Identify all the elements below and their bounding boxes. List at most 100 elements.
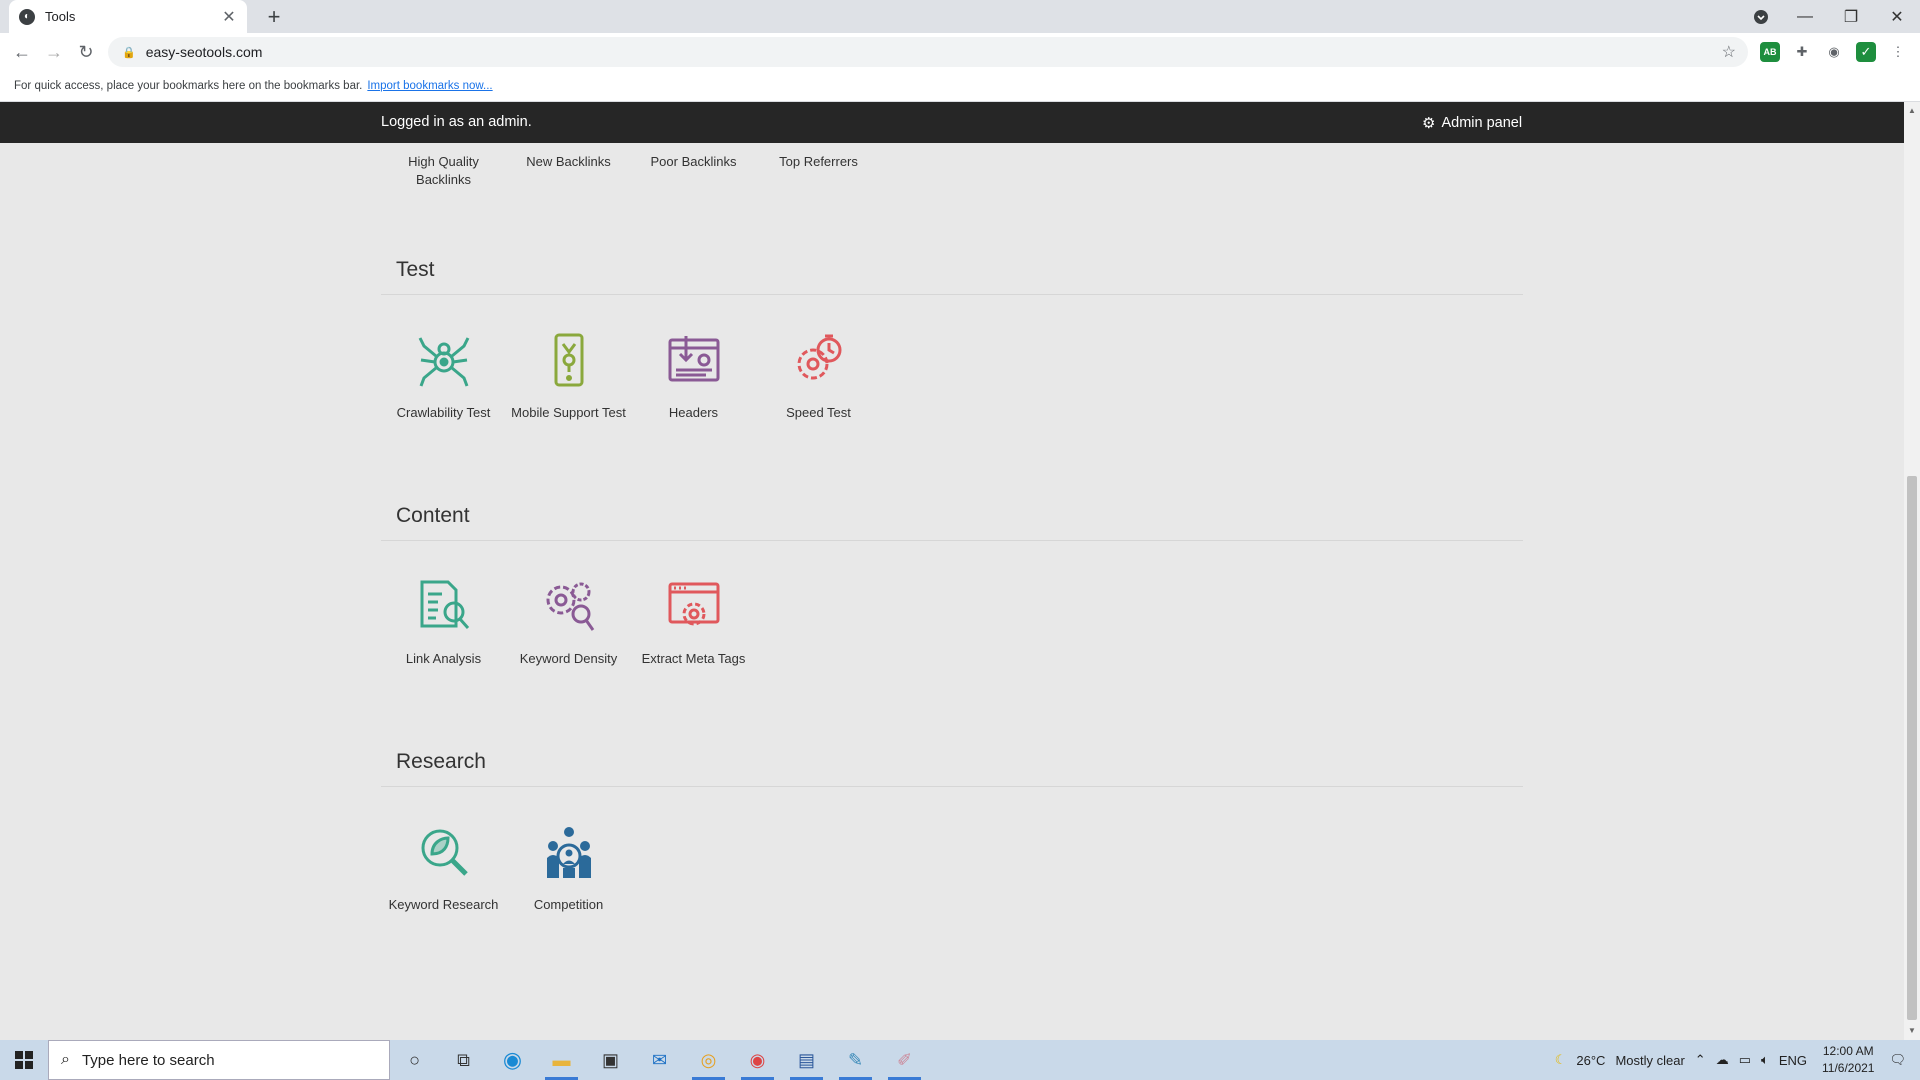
browser-toolbar: ← → ↻ 🔒 easy-seotools.com ☆ AB ✚ ◉ ✓ ⋮ — [0, 33, 1920, 71]
speed-gear-icon — [789, 330, 849, 390]
page-viewport: Logged in as an admin. ⚙ Admin panel Hig… — [0, 102, 1904, 1040]
tool-link-analysis[interactable]: Link Analysis — [381, 576, 506, 668]
shield-extension-icon[interactable]: ✓ — [1856, 42, 1876, 62]
tool-label: Poor Backlinks — [650, 154, 737, 169]
tool-high-quality-backlinks[interactable]: High Quality Backlinks — [381, 153, 506, 189]
system-tray: ☾ 26°C Mostly clear ⌃ ☁ ▭ 🔈︎ ENG 12:00 A… — [1550, 1040, 1920, 1080]
tool-label: New Backlinks — [526, 154, 611, 169]
research-tools-row: Keyword Research Competition — [381, 822, 631, 914]
headers-icon — [664, 330, 724, 390]
competition-icon — [539, 822, 599, 882]
tool-keyword-density[interactable]: Keyword Density — [506, 576, 631, 668]
section-divider — [381, 786, 1523, 787]
app-circle-icon[interactable]: ◎ — [684, 1040, 733, 1080]
scroll-up-icon[interactable]: ▲ — [1908, 106, 1916, 115]
admin-panel-label: Admin panel — [1441, 115, 1523, 131]
clock-date: 11/6/2021 — [1821, 1061, 1875, 1075]
browser-tab-strip: ◐ Tools ✕ + — ❐ ✕ — [0, 0, 1920, 33]
clock-time: 12:00 AM — [1822, 1044, 1874, 1058]
scroll-down-icon[interactable]: ▼ — [1908, 1026, 1916, 1035]
tab-search-icon[interactable] — [1738, 0, 1784, 33]
tab-title: Tools — [45, 9, 76, 24]
tool-mobile-support-test[interactable]: Mobile Support Test — [506, 330, 631, 422]
import-bookmarks-link[interactable]: Import bookmarks now... — [367, 80, 492, 92]
tool-label: Speed Test — [786, 405, 851, 420]
reload-icon[interactable]: ↻ — [70, 42, 102, 63]
tool-label: Headers — [668, 405, 719, 420]
windows-start-icon[interactable] — [0, 1040, 48, 1080]
tool-extract-meta-tags[interactable]: Extract Meta Tags — [631, 576, 756, 668]
mail-icon[interactable]: ✉ — [635, 1040, 684, 1080]
tray-chevron-icon[interactable]: ⌃ — [1695, 1052, 1706, 1068]
scrollbar-thumb[interactable] — [1907, 476, 1917, 1020]
search-placeholder: Type here to search — [81, 1051, 215, 1069]
tool-keyword-research[interactable]: Keyword Research — [381, 822, 506, 914]
edge-browser-icon[interactable]: ◉ — [488, 1040, 537, 1080]
address-bar[interactable]: 🔒 easy-seotools.com ☆ — [108, 37, 1748, 67]
restore-icon[interactable]: ❐ — [1828, 0, 1874, 33]
tool-competition[interactable]: Competition — [506, 822, 631, 914]
store-icon[interactable]: ▣ — [586, 1040, 635, 1080]
weather-moon-icon[interactable]: ☾ — [1555, 1052, 1567, 1068]
minimize-icon[interactable]: — — [1782, 0, 1828, 33]
window-close-icon[interactable]: ✕ — [1874, 0, 1920, 33]
gear-icon: ⚙ — [1422, 115, 1436, 132]
cortana-icon[interactable]: ○ — [390, 1040, 439, 1080]
taskbar-clock[interactable]: 12:00 AM 11/6/2021 — [1822, 1043, 1875, 1077]
tool-speed-test[interactable]: Speed Test — [756, 330, 881, 422]
section-title: Content — [396, 504, 470, 527]
notepad-icon[interactable]: ✎ — [831, 1040, 880, 1080]
chrome-menu-icon[interactable]: ⋮ — [1888, 42, 1908, 62]
lock-icon: 🔒 — [122, 46, 136, 59]
leaf-search-icon — [414, 822, 474, 882]
tool-crawlability-test[interactable]: Crawlability Test — [381, 330, 506, 422]
notifications-icon[interactable]: 🗨︎ — [1889, 1052, 1906, 1068]
section-test: Test — [381, 258, 1523, 295]
page-scrollbar[interactable]: ▲ ▼ — [1904, 102, 1920, 1040]
tool-top-referrers[interactable]: Top Referrers — [756, 153, 881, 189]
language-indicator[interactable]: ENG — [1779, 1053, 1807, 1068]
onedrive-icon[interactable]: ☁ — [1716, 1052, 1729, 1068]
extensions-puzzle-icon[interactable]: ✚ — [1792, 42, 1812, 62]
adblock-extension-icon[interactable]: AB — [1760, 42, 1780, 62]
site-favicon-icon: ◐ — [19, 8, 35, 25]
task-view-icon[interactable]: ⧉ — [439, 1040, 488, 1080]
meta-tags-icon — [664, 576, 724, 636]
mobile-icon — [539, 330, 599, 390]
gears-search-icon — [539, 576, 599, 636]
bookmark-star-icon[interactable]: ☆ — [1722, 42, 1736, 62]
tool-label: Top Referrers — [779, 154, 858, 169]
spider-icon — [414, 330, 474, 390]
link-analysis-icon — [414, 576, 474, 636]
browser-tab[interactable]: ◐ Tools ✕ — [9, 0, 247, 33]
admin-panel-link[interactable]: ⚙ Admin panel — [1422, 114, 1522, 132]
bookmarks-message: For quick access, place your bookmarks h… — [14, 80, 363, 92]
section-title: Research — [396, 750, 486, 773]
section-divider — [381, 540, 1523, 541]
paint-icon[interactable]: ✐ — [880, 1040, 929, 1080]
weather-text[interactable]: Mostly clear — [1615, 1053, 1684, 1068]
tool-headers[interactable]: Headers — [631, 330, 756, 422]
tool-label: Link Analysis — [405, 651, 482, 666]
word-icon[interactable]: ▤ — [782, 1040, 831, 1080]
tool-new-backlinks[interactable]: New Backlinks — [506, 153, 631, 189]
section-research: Research — [381, 750, 1523, 787]
taskbar-search-box[interactable]: ⌕ Type here to search — [48, 1040, 390, 1080]
volume-icon[interactable]: 🔈︎ — [1761, 1052, 1769, 1068]
tab-close-icon[interactable]: ✕ — [221, 7, 237, 27]
network-icon[interactable]: ▭ — [1739, 1052, 1751, 1068]
back-icon[interactable]: ← — [6, 42, 38, 63]
new-tab-icon[interactable]: + — [262, 4, 286, 30]
tool-label: Mobile Support Test — [511, 405, 626, 420]
backlinks-tools-row: High Quality Backlinks New Backlinks Poo… — [381, 153, 881, 189]
file-explorer-icon[interactable]: ▬ — [537, 1040, 586, 1080]
section-content: Content — [381, 504, 1523, 541]
forward-icon[interactable]: → — [38, 42, 70, 63]
tool-label: Extract Meta Tags — [641, 651, 746, 666]
chrome-icon[interactable]: ◉ — [733, 1040, 782, 1080]
tool-poor-backlinks[interactable]: Poor Backlinks — [631, 153, 756, 189]
weather-temp[interactable]: 26°C — [1576, 1053, 1605, 1068]
tool-label: Crawlability Test — [396, 405, 491, 420]
profile-icon[interactable]: ◉ — [1824, 42, 1844, 62]
logged-in-text: Logged in as an admin. — [381, 114, 532, 130]
